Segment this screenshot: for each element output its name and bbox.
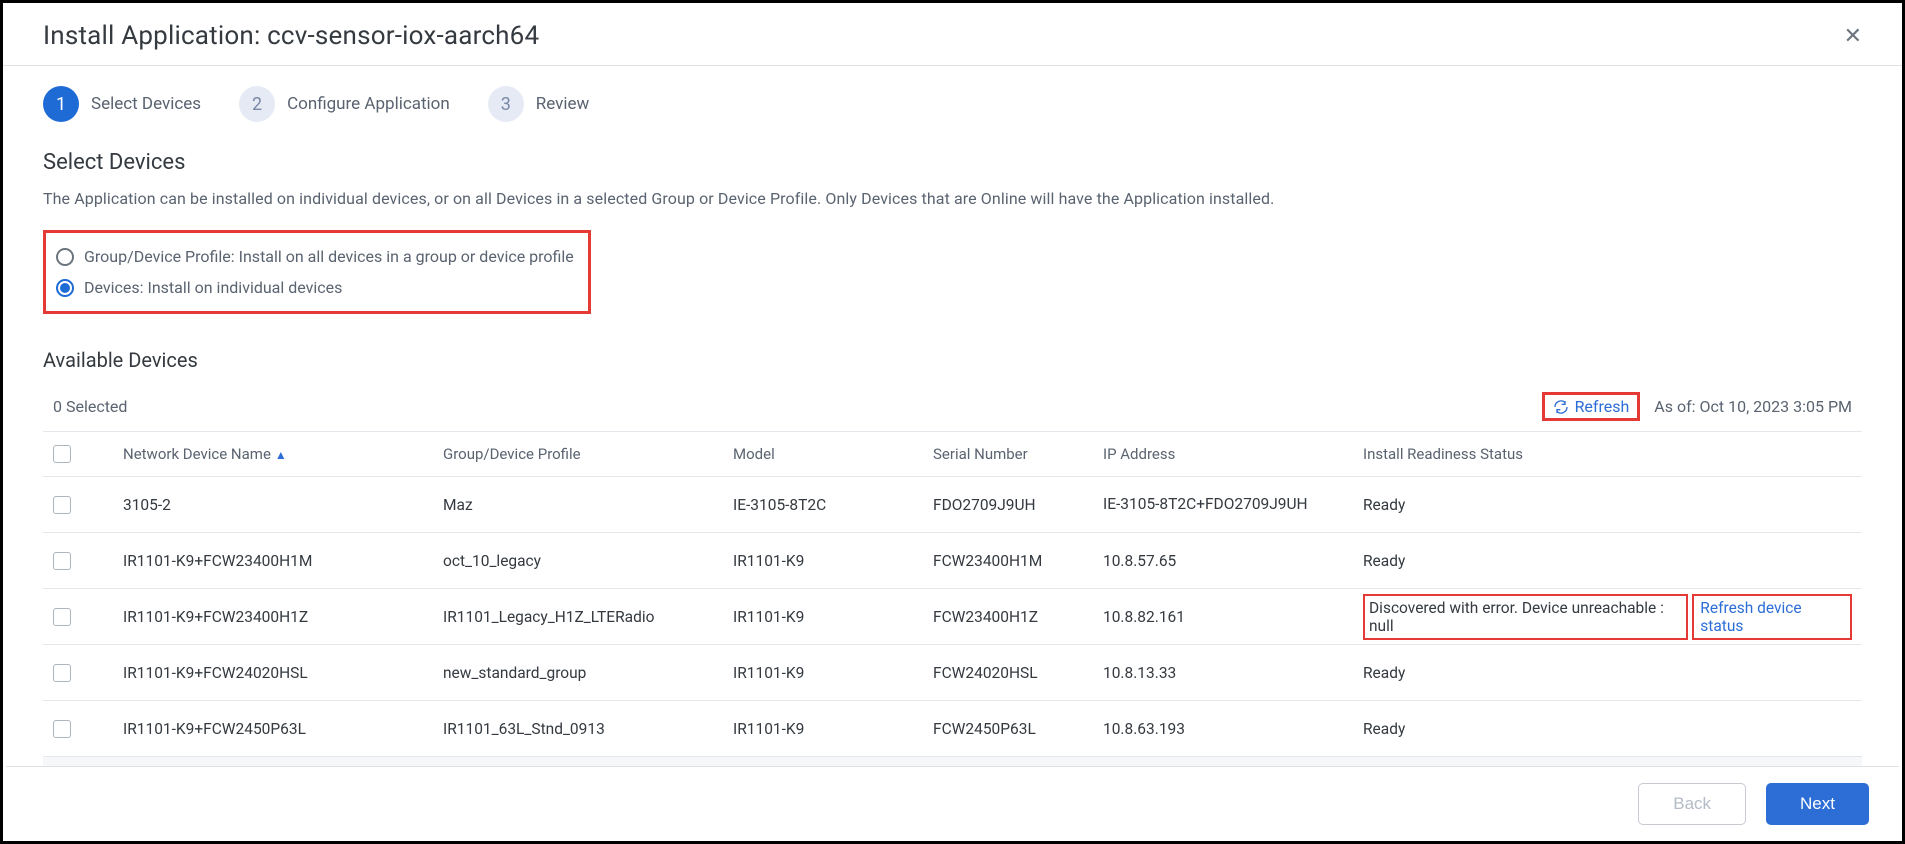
radio-icon	[56, 279, 74, 297]
column-header-model[interactable]: Model	[733, 445, 933, 463]
cell-serial: FCW23400H1Z	[933, 608, 1103, 626]
cell-model: IE-3105-8T2C	[733, 496, 933, 514]
column-header-ip[interactable]: IP Address	[1103, 445, 1363, 463]
cell-ip: 10.8.13.33	[1103, 664, 1363, 682]
cell-group: Maz	[443, 496, 733, 514]
refresh-label: Refresh	[1575, 397, 1630, 416]
step-label: Configure Application	[287, 94, 450, 114]
section-description: The Application can be installed on indi…	[43, 189, 1862, 208]
cell-name: IR1101-K9+FCW2450P63L	[123, 720, 443, 738]
row-checkbox[interactable]	[53, 496, 71, 514]
table-header-row: Network Device Name▲ Group/Device Profil…	[43, 431, 1862, 477]
step-label: Review	[536, 94, 590, 114]
radio-icon	[56, 248, 74, 266]
step-number: 2	[239, 86, 275, 122]
stepper: 1 Select Devices 2 Configure Application…	[43, 86, 1862, 122]
section-title: Select Devices	[43, 150, 1862, 175]
cell-serial: FCW2450P63L	[933, 720, 1103, 738]
cell-serial: FCW23400H1M	[933, 552, 1103, 570]
close-icon: ✕	[1844, 23, 1862, 48]
row-checkbox[interactable]	[53, 720, 71, 738]
cell-group: IR1101_63L_Stnd_0913	[443, 720, 733, 738]
cell-model: IR1101-K9	[733, 720, 933, 738]
cell-serial: FDO2709J9UH	[933, 496, 1103, 514]
cell-serial: FCW24020HSL	[933, 664, 1103, 682]
modal-header: Install Application: ccv-sensor-iox-aarc…	[3, 3, 1902, 66]
cell-ip: 10.8.63.193	[1103, 720, 1363, 738]
column-header-serial[interactable]: Serial Number	[933, 445, 1103, 463]
available-devices-title: Available Devices	[43, 348, 1862, 372]
close-button[interactable]: ✕	[1844, 25, 1862, 47]
radio-label: Devices: Install on individual devices	[84, 278, 342, 297]
row-checkbox[interactable]	[53, 664, 71, 682]
cell-group: IR1101_Legacy_H1Z_LTERadio	[443, 608, 733, 626]
cell-ip: IE-3105-8T2C+FDO2709J9UH	[1103, 494, 1363, 514]
cell-name: IR1101-K9+FCW23400H1M	[123, 552, 443, 570]
cell-model: IR1101-K9	[733, 552, 933, 570]
cell-status: Ready	[1363, 496, 1852, 514]
step-select-devices[interactable]: 1 Select Devices	[43, 86, 201, 122]
row-checkbox[interactable]	[53, 608, 71, 626]
selected-count: 0 Selected	[53, 397, 127, 416]
modal-footer: Back Next	[6, 766, 1899, 841]
cell-group: oct_10_legacy	[443, 552, 733, 570]
step-review[interactable]: 3 Review	[488, 86, 590, 122]
radio-group-device-profile[interactable]: Group/Device Profile: Install on all dev…	[56, 243, 574, 270]
next-button[interactable]: Next	[1766, 783, 1869, 825]
cell-status: Ready	[1363, 720, 1852, 738]
cell-status: Ready	[1363, 664, 1852, 682]
table-row: IR1101-K9+FCW2450P63L IR1101_63L_Stnd_09…	[43, 701, 1862, 757]
refresh-button[interactable]: Refresh	[1542, 392, 1641, 421]
cell-ip: 10.8.82.161	[1103, 608, 1363, 626]
table-row: IR1101-K9+FCW24020HSL new_standard_group…	[43, 645, 1862, 701]
step-label: Select Devices	[91, 94, 201, 114]
cell-model: IR1101-K9	[733, 608, 933, 626]
step-number: 1	[43, 86, 79, 122]
cell-ip: 10.8.57.65	[1103, 552, 1363, 570]
column-header-status[interactable]: Install Readiness Status	[1363, 445, 1852, 463]
modal-title: Install Application: ccv-sensor-iox-aarc…	[43, 21, 539, 51]
row-checkbox[interactable]	[53, 552, 71, 570]
status-error-text: Discovered with error. Device unreachabl…	[1363, 594, 1688, 640]
column-header-group[interactable]: Group/Device Profile	[443, 445, 733, 463]
radio-individual-devices[interactable]: Devices: Install on individual devices	[56, 274, 574, 301]
install-scope-radio-group: Group/Device Profile: Install on all dev…	[43, 230, 591, 314]
table-row: IR1101-K9+FCW23400H1Z IR1101_Legacy_H1Z_…	[43, 589, 1862, 645]
cell-name: IR1101-K9+FCW23400H1Z	[123, 608, 443, 626]
devices-table: Network Device Name▲ Group/Device Profil…	[43, 431, 1862, 781]
step-configure-application[interactable]: 2 Configure Application	[239, 86, 450, 122]
cell-group: new_standard_group	[443, 664, 733, 682]
cell-name: IR1101-K9+FCW24020HSL	[123, 664, 443, 682]
cell-model: IR1101-K9	[733, 664, 933, 682]
step-number: 3	[488, 86, 524, 122]
refresh-icon	[1553, 399, 1569, 415]
as-of-timestamp: As of: Oct 10, 2023 3:05 PM	[1654, 397, 1852, 416]
sort-ascending-icon: ▲	[275, 448, 287, 462]
cell-status: Discovered with error. Device unreachabl…	[1363, 594, 1852, 640]
refresh-device-status-link[interactable]: Refresh device status	[1692, 594, 1852, 640]
back-button[interactable]: Back	[1638, 783, 1746, 825]
cell-status: Ready	[1363, 552, 1852, 570]
cell-name: 3105-2	[123, 496, 443, 514]
table-toolbar: 0 Selected Refresh As of: Oct 10, 2023 3…	[43, 392, 1862, 421]
column-header-name[interactable]: Network Device Name▲	[123, 445, 443, 463]
table-row: 3105-2 Maz IE-3105-8T2C FDO2709J9UH IE-3…	[43, 477, 1862, 533]
select-all-checkbox[interactable]	[53, 445, 71, 463]
radio-label: Group/Device Profile: Install on all dev…	[84, 247, 574, 266]
table-row: IR1101-K9+FCW23400H1M oct_10_legacy IR11…	[43, 533, 1862, 589]
